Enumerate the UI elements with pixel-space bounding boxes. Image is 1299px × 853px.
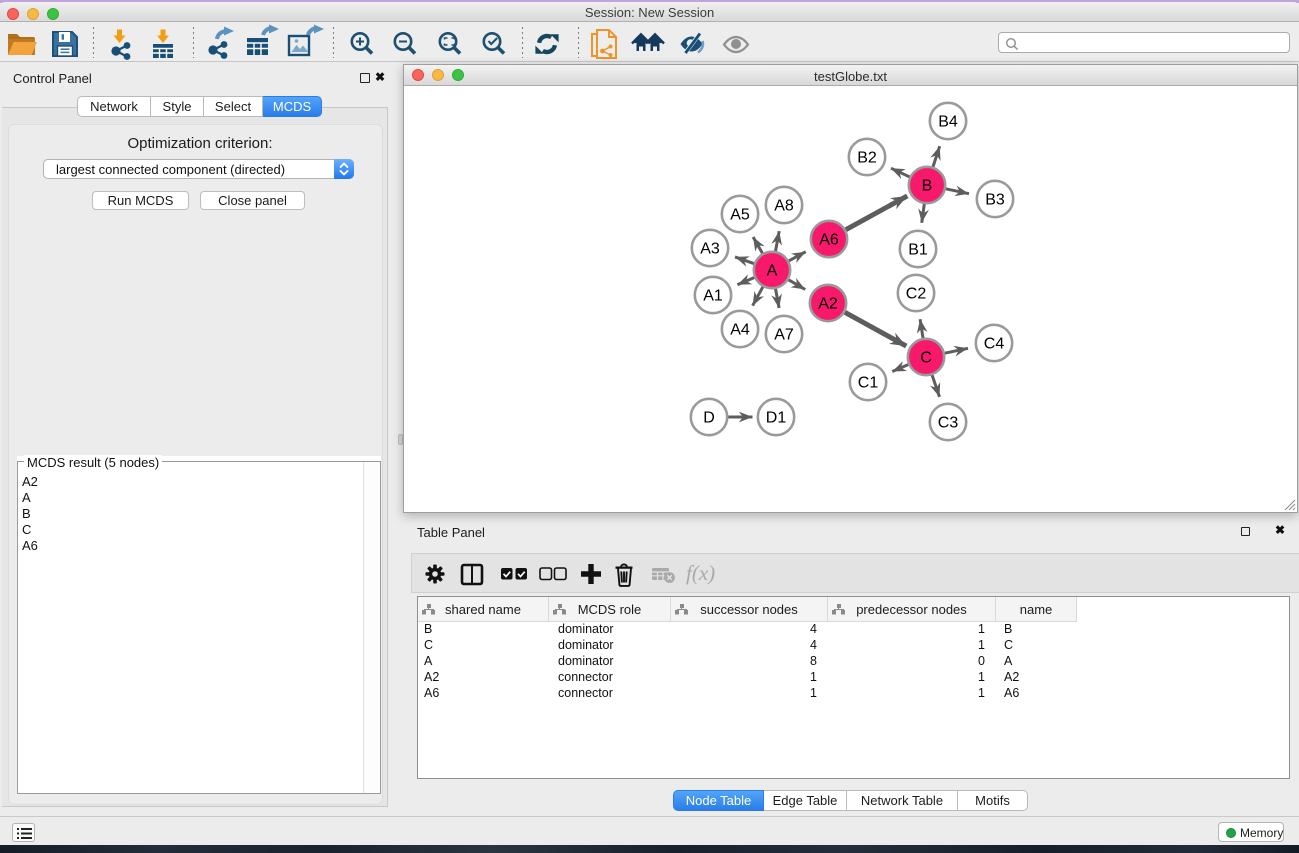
svg-text:A2: A2 — [818, 296, 838, 313]
svg-text:A1: A1 — [703, 288, 723, 305]
svg-text:C1: C1 — [858, 375, 879, 392]
svg-text:B: B — [922, 178, 933, 195]
svg-text:C4: C4 — [984, 336, 1005, 353]
svg-text:B2: B2 — [857, 150, 877, 167]
svg-text:C3: C3 — [938, 415, 959, 432]
svg-text:B4: B4 — [938, 114, 958, 131]
svg-text:A: A — [767, 263, 778, 280]
svg-text:C2: C2 — [906, 286, 927, 303]
svg-text:A3: A3 — [700, 241, 720, 258]
svg-text:D: D — [703, 410, 715, 427]
svg-text:D1: D1 — [766, 410, 787, 427]
svg-text:B3: B3 — [985, 192, 1005, 209]
svg-text:A5: A5 — [730, 207, 750, 224]
svg-text:A7: A7 — [774, 327, 794, 344]
svg-text:C: C — [920, 350, 932, 367]
svg-text:A4: A4 — [730, 322, 750, 339]
svg-text:A8: A8 — [774, 198, 794, 215]
svg-text:A6: A6 — [819, 232, 839, 249]
svg-text:B1: B1 — [908, 242, 928, 259]
